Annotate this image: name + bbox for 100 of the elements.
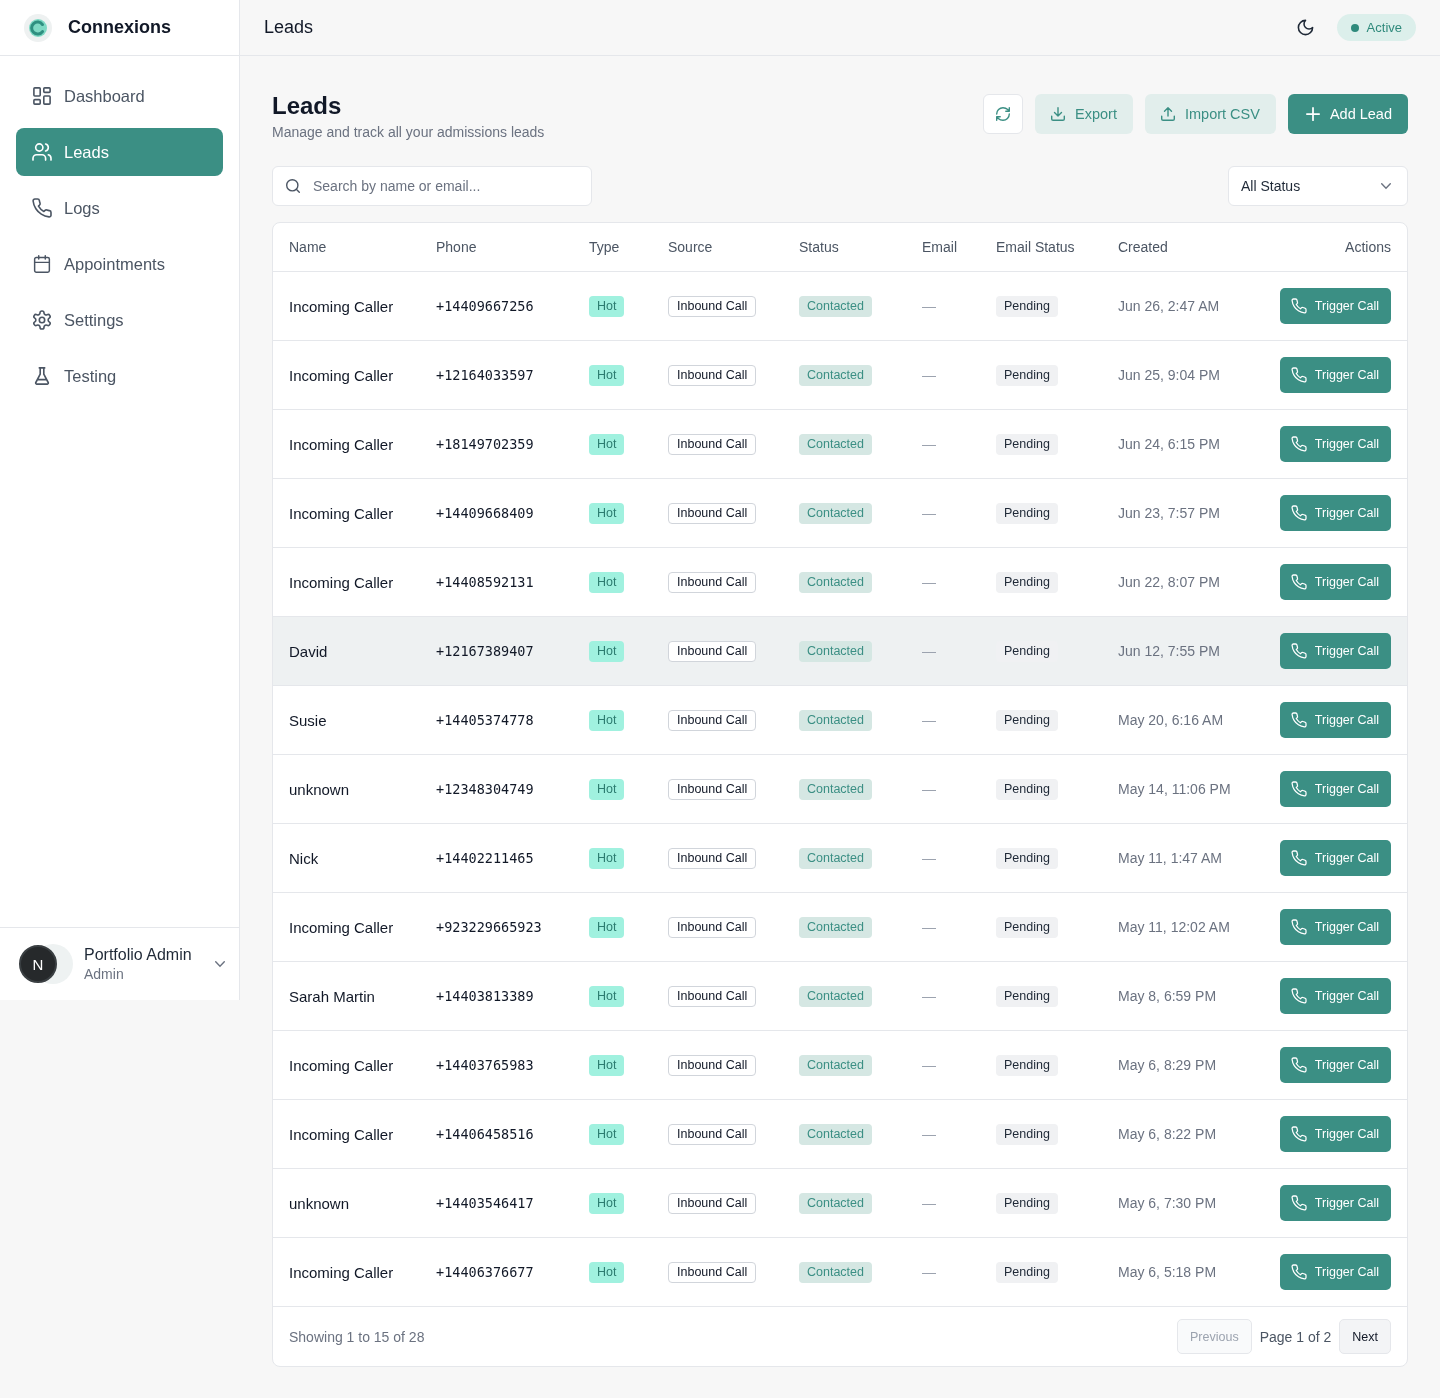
source-tag: Inbound Call <box>668 847 757 869</box>
created-date: May 6, 5:18 PM <box>1118 1264 1217 1280</box>
user-name: Portfolio Admin <box>84 946 193 964</box>
page-indicator: Page 1 of 2 <box>1259 1328 1332 1345</box>
sidebar-item[interactable]: Leads <box>16 128 223 176</box>
next-button[interactable]: Next <box>1339 1319 1391 1354</box>
phone-number: +14409667256 <box>436 298 534 314</box>
created-date: May 6, 8:22 PM <box>1118 1126 1217 1142</box>
status-select[interactable]: All Status <box>1228 166 1408 206</box>
email-status-tag: Pending <box>996 709 1058 731</box>
source-tag: Inbound Call <box>668 640 757 662</box>
column-header: Status <box>799 239 839 255</box>
trigger-call-button[interactable]: Trigger Call <box>1279 495 1391 531</box>
lead-name: Incoming Caller <box>289 297 394 315</box>
source-tag: Inbound Call <box>668 364 757 386</box>
chevron-down-icon <box>1381 183 1391 189</box>
email-status-tag: Pending <box>996 1054 1058 1076</box>
chevron-down-icon[interactable] <box>215 961 225 967</box>
trigger-call-button[interactable]: Trigger Call <box>1279 771 1391 807</box>
phone-number: +14409668409 <box>436 505 534 521</box>
logo-icon <box>24 13 52 42</box>
lead-name: unknown <box>289 780 350 798</box>
phone-icon <box>1291 1265 1306 1279</box>
source-tag: Inbound Call <box>668 1054 757 1076</box>
trigger-call-button[interactable]: Trigger Call <box>1279 1254 1391 1290</box>
type-tag: Hot <box>589 1192 625 1214</box>
column-header: Source <box>668 239 713 255</box>
trigger-call-button[interactable]: Trigger Call <box>1279 564 1391 600</box>
sidebar-item[interactable]: Appointments <box>16 240 223 288</box>
status-tag: Contacted <box>799 709 872 731</box>
trigger-call-button[interactable]: Trigger Call <box>1279 426 1391 462</box>
column-header: Phone <box>436 239 477 255</box>
email-value: — <box>922 436 936 452</box>
sidebar-item[interactable]: Testing <box>16 352 223 400</box>
type-tag: Hot <box>589 1054 625 1076</box>
upload-icon <box>1160 107 1175 121</box>
page-header-title: Leads <box>264 17 314 38</box>
grid-icon <box>33 87 51 105</box>
trigger-call-button[interactable]: Trigger Call <box>1279 1116 1391 1152</box>
created-date: May 6, 8:29 PM <box>1118 1057 1217 1073</box>
status-tag: Contacted <box>799 1192 872 1214</box>
email-value: — <box>922 919 936 935</box>
created-date: Jun 23, 7:57 PM <box>1118 505 1220 521</box>
trigger-call-button[interactable]: Trigger Call <box>1279 357 1391 393</box>
calendar-icon <box>33 255 51 273</box>
page-subtitle: Manage and track all your admissions leads <box>272 123 545 142</box>
email-status-tag: Pending <box>996 1192 1058 1214</box>
status-tag: Contacted <box>799 295 872 317</box>
created-date: Jun 12, 7:55 PM <box>1118 643 1220 659</box>
column-header: Actions <box>1345 239 1391 255</box>
phone-icon <box>1291 575 1306 589</box>
moon-icon[interactable] <box>1297 20 1313 35</box>
status-tag: Contacted <box>799 778 872 800</box>
trigger-call-button[interactable]: Trigger Call <box>1279 909 1391 945</box>
status-tag: Contacted <box>799 571 872 593</box>
email-status-tag: Pending <box>996 433 1058 455</box>
email-status-tag: Pending <box>996 778 1058 800</box>
import-button[interactable]: Import CSV <box>1144 94 1276 134</box>
trigger-call-button[interactable]: Trigger Call <box>1279 1047 1391 1083</box>
phone-icon <box>1291 851 1306 865</box>
download-icon <box>1051 107 1066 121</box>
lead-name: Nick <box>289 849 319 867</box>
trigger-call-button[interactable]: Trigger Call <box>1279 633 1391 669</box>
status-tag: Contacted <box>799 1054 872 1076</box>
email-status-tag: Pending <box>996 847 1058 869</box>
type-tag: Hot <box>589 916 625 938</box>
refresh-button[interactable] <box>983 94 1024 134</box>
phone-number: +12164033597 <box>436 367 534 383</box>
brand-name: Connexions <box>68 17 171 38</box>
email-status-tag: Pending <box>996 916 1058 938</box>
status-tag: Contacted <box>799 640 872 662</box>
source-tag: Inbound Call <box>668 1261 757 1283</box>
sidebar-item[interactable]: Dashboard <box>16 72 223 120</box>
created-date: May 11, 12:02 AM <box>1118 919 1230 935</box>
column-header: Name <box>289 239 327 255</box>
type-tag: Hot <box>589 778 625 800</box>
created-date: May 11, 1:47 AM <box>1118 850 1222 866</box>
type-tag: Hot <box>589 1123 625 1145</box>
trigger-call-button[interactable]: Trigger Call <box>1279 288 1391 324</box>
status-tag: Contacted <box>799 1123 872 1145</box>
column-header: Email Status <box>996 239 1075 255</box>
sidebar-item[interactable]: Settings <box>16 296 223 344</box>
phone-number: +14408592131 <box>436 574 534 590</box>
trigger-call-button[interactable]: Trigger Call <box>1279 840 1391 876</box>
column-header: Email <box>922 239 957 255</box>
lead-name: Incoming Caller <box>289 366 394 384</box>
sidebar-item[interactable]: Logs <box>16 184 223 232</box>
trigger-call-button[interactable]: Trigger Call <box>1279 1185 1391 1221</box>
export-button[interactable]: Export <box>1035 94 1133 134</box>
email-value: — <box>922 643 936 659</box>
trigger-call-button[interactable]: Trigger Call <box>1279 978 1391 1014</box>
source-tag: Inbound Call <box>668 985 757 1007</box>
email-value: — <box>922 1126 936 1142</box>
search-field[interactable]: Search by name or email... <box>272 166 592 206</box>
status-tag: Contacted <box>799 847 872 869</box>
source-tag: Inbound Call <box>668 295 757 317</box>
phone-icon <box>1291 506 1306 520</box>
trigger-call-button[interactable]: Trigger Call <box>1279 702 1391 738</box>
add-button[interactable]: Add Lead <box>1287 94 1408 134</box>
source-tag: Inbound Call <box>668 1123 757 1145</box>
